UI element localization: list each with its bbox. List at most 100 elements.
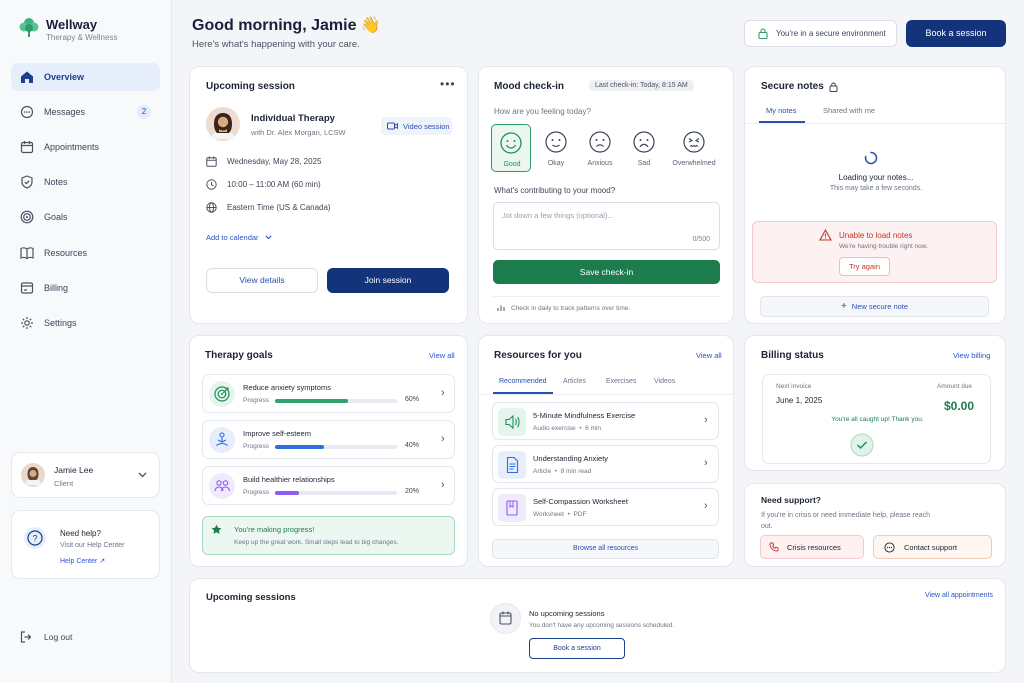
goal-item[interactable]: Reduce anxiety symptoms Progress 60% › xyxy=(202,374,455,413)
crisis-resources-button[interactable]: Crisis resources xyxy=(760,535,864,559)
goal-progress-percent: 40% xyxy=(405,442,420,449)
crisis-resources-label: Crisis resources xyxy=(787,542,841,552)
therapist-avatar xyxy=(206,107,240,141)
tab-my-notes[interactable]: My notes xyxy=(766,106,796,115)
tab-videos[interactable]: Videos xyxy=(654,378,675,385)
mood-option-sad[interactable]: Sad xyxy=(624,124,664,172)
error-alert: Unable to load notes We're having troubl… xyxy=(752,221,997,283)
chevron-right-icon: › xyxy=(441,479,445,491)
lock-icon xyxy=(758,28,768,39)
resource-name: Understanding Anxiety xyxy=(533,454,609,463)
plus-icon: + xyxy=(840,301,847,312)
goal-progress-bar xyxy=(275,491,397,495)
user-menu[interactable]: Jamie Lee Client xyxy=(11,452,160,498)
therapist-name: with Dr. Alex Morgan, LCSW xyxy=(251,128,346,137)
resource-name: 5-Minute Mindfulness Exercise xyxy=(533,411,636,420)
resource-format: PDF xyxy=(573,511,587,518)
view-all-appointments-link[interactable]: View all appointments xyxy=(925,592,993,599)
sidebar-item-goals[interactable]: Goals xyxy=(11,203,160,231)
chart-icon xyxy=(497,305,505,311)
view-all-goals-link[interactable]: View all xyxy=(429,351,455,360)
document-icon xyxy=(498,451,526,479)
mood-option-label: Sad xyxy=(637,160,651,167)
session-time: 10:00 – 11:00 AM (60 min) xyxy=(227,180,321,189)
help-center-link[interactable]: Help Center ↗ xyxy=(60,557,105,565)
logout-button[interactable]: Log out xyxy=(19,630,72,644)
sidebar-item-billing[interactable]: Billing xyxy=(11,274,160,302)
messages-count-badge: 2 xyxy=(137,105,151,119)
sidebar-item-label: Billing xyxy=(44,283,69,293)
sidebar-item-label: Settings xyxy=(44,318,77,328)
card-title: Upcoming sessions xyxy=(206,592,296,603)
resource-item[interactable]: Understanding Anxiety Article • 8 min re… xyxy=(492,445,719,483)
target-icon xyxy=(209,381,235,407)
support-text: If you're in crisis or need immediate he… xyxy=(761,512,931,530)
view-billing-link[interactable]: View billing xyxy=(953,351,990,360)
sidebar-item-overview[interactable]: Overview xyxy=(11,63,160,91)
goal-progress-fill xyxy=(275,399,349,403)
mood-option-anxious[interactable]: Anxious xyxy=(580,124,620,172)
phone-icon xyxy=(769,542,779,552)
billing-status-text: You're all caught up! Thank you. xyxy=(831,416,924,423)
calendar-icon xyxy=(20,141,34,154)
tab-articles[interactable]: Articles xyxy=(563,378,586,385)
checkmark-icon xyxy=(850,433,874,457)
mood-option-good[interactable]: Good xyxy=(491,124,531,172)
card-title-row: Secure notes xyxy=(761,81,838,92)
happy-face-icon xyxy=(500,132,522,154)
mood-question: How are you feeling today? xyxy=(494,107,591,116)
resource-name: Self-Compassion Worksheet xyxy=(533,497,628,506)
mood-option-okay[interactable]: Okay xyxy=(536,124,576,172)
checkin-footer: Check in daily to track patterns over ti… xyxy=(497,304,630,312)
user-name: Jamie Lee xyxy=(54,465,94,475)
try-again-button[interactable]: Try again xyxy=(839,257,890,276)
goal-progress-bar xyxy=(275,399,397,403)
sidebar-item-notes[interactable]: Notes xyxy=(11,168,160,196)
upcoming-session-card: Upcoming session ••• Individual Therapy … xyxy=(189,66,468,324)
add-to-calendar-link[interactable]: Add to calendar xyxy=(206,233,272,242)
save-checkin-button[interactable]: Save check-in xyxy=(493,260,720,284)
more-options-icon[interactable]: ••• xyxy=(440,77,456,91)
sidebar-item-settings[interactable]: Settings xyxy=(11,309,160,337)
resource-item[interactable]: 5-Minute Mindfulness Exercise Audio exer… xyxy=(492,402,719,440)
mood-notes-textarea[interactable]: Jot down a few things (optional)... 0/50… xyxy=(493,202,720,250)
tab-shared-with-me[interactable]: Shared with me xyxy=(823,106,875,115)
view-all-resources-link[interactable]: View all xyxy=(696,351,722,360)
resource-item[interactable]: Self-Compassion Worksheet Worksheet • PD… xyxy=(492,488,719,526)
contact-support-button[interactable]: Contact support xyxy=(873,535,992,559)
card-title: Resources for you xyxy=(494,350,582,361)
brand-name: Wellway xyxy=(46,17,98,32)
sidebar-item-resources[interactable]: Resources xyxy=(11,239,160,267)
sidebar-item-appointments[interactable]: Appointments xyxy=(11,133,160,161)
logout-icon xyxy=(20,631,32,643)
sidebar-item-label: Messages xyxy=(44,107,86,117)
resource-meta: Article • 8 min read xyxy=(533,468,592,475)
empty-state-text: You don't have any upcoming sessions sch… xyxy=(529,622,675,629)
invoice-summary: Next invoice June 1, 2025 Amount due $0.… xyxy=(762,374,991,464)
sidebar-item-label: Appointments xyxy=(44,142,100,152)
new-secure-note-button[interactable]: + New secure note xyxy=(760,296,989,317)
clock-icon xyxy=(206,179,217,190)
next-invoice-date: June 1, 2025 xyxy=(776,396,823,405)
chevron-right-icon: › xyxy=(704,500,708,512)
browse-resources-button[interactable]: Browse all resources xyxy=(492,539,719,559)
goal-progress-label: Progress xyxy=(243,397,270,404)
home-icon xyxy=(21,71,33,83)
view-details-button[interactable]: View details xyxy=(206,268,318,293)
resource-kind: Audio exercise xyxy=(533,425,576,432)
page-title: Good morning, Jamie 👋 xyxy=(192,17,381,34)
book-session-button[interactable]: Book a session xyxy=(906,20,1006,47)
goal-progress-percent: 60% xyxy=(405,396,420,403)
join-session-button[interactable]: Join session xyxy=(327,268,449,293)
sidebar-item-messages[interactable]: Messages 2 xyxy=(11,98,160,126)
video-session-badge: Video session xyxy=(381,117,452,135)
mood-option-overwhelmed[interactable]: Overwhelmed xyxy=(669,124,719,172)
tab-exercises[interactable]: Exercises xyxy=(606,378,636,385)
goal-progress-label: Progress xyxy=(243,489,270,496)
globe-icon xyxy=(206,202,217,213)
goal-item[interactable]: Build healthier relationships Progress 2… xyxy=(202,466,455,505)
book-session-secondary-button[interactable]: Book a session xyxy=(529,638,625,659)
target-icon xyxy=(20,210,34,224)
tab-recommended[interactable]: Recommended xyxy=(499,378,546,385)
goal-item[interactable]: Improve self-esteem Progress 40% › xyxy=(202,420,455,459)
